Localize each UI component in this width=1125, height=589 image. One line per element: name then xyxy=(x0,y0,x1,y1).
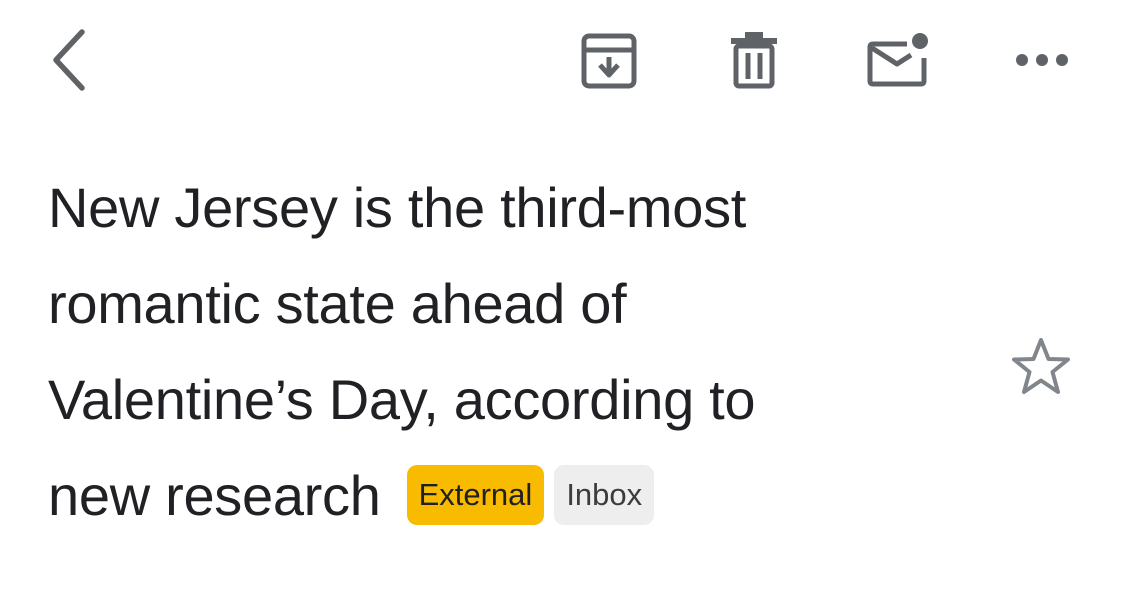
subject-line: romantic state ahead of xyxy=(48,272,627,335)
email-subject: New Jersey is the third-most romantic st… xyxy=(48,160,948,544)
star-outline-icon xyxy=(1012,338,1070,394)
label-inbox-badge[interactable]: Inbox xyxy=(554,465,655,525)
back-button[interactable] xyxy=(38,22,98,98)
mail-unread-icon xyxy=(867,33,928,87)
archive-icon xyxy=(581,33,637,89)
subject-last-line: new research External Inbox xyxy=(48,448,948,544)
chevron-left-icon xyxy=(53,29,85,91)
more-options-button[interactable] xyxy=(1010,40,1074,80)
mark-unread-button[interactable] xyxy=(860,26,934,92)
subject-line: new research xyxy=(48,464,381,527)
subject-line: New Jersey is the third-most xyxy=(48,176,747,239)
star-button[interactable] xyxy=(1006,334,1076,400)
more-horizontal-icon xyxy=(1016,54,1068,66)
label-external-badge: External xyxy=(406,465,545,525)
archive-button[interactable] xyxy=(574,28,644,94)
delete-button[interactable] xyxy=(722,26,786,94)
subject-line: Valentine’s Day, according to xyxy=(48,368,756,431)
trash-icon xyxy=(731,32,777,89)
